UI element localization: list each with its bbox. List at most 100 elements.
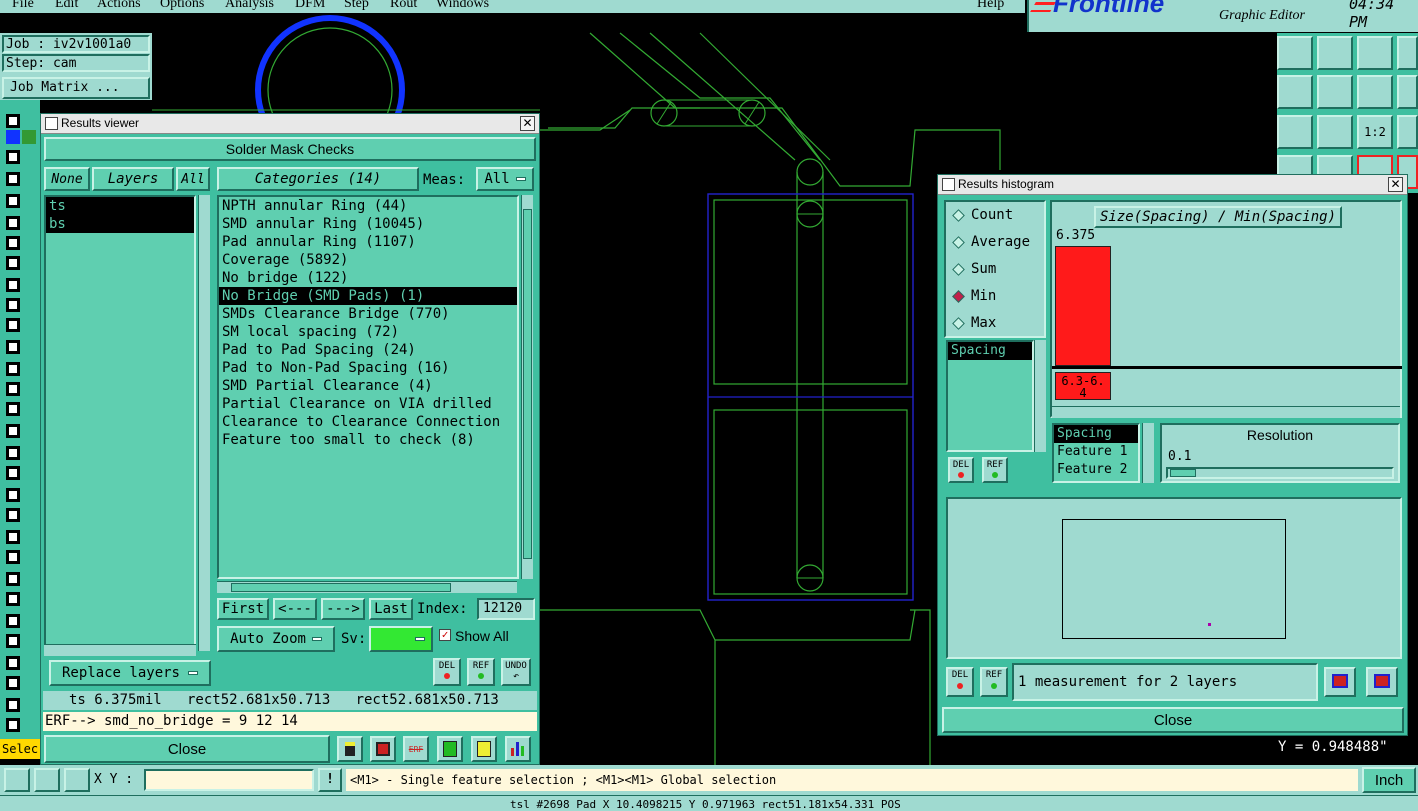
category-item[interactable]: Partial Clearance on VIA drilled [219,395,517,413]
layer-toggle-icon[interactable] [6,446,20,460]
layer-toggle-icon[interactable] [6,592,20,606]
layer-color-green-icon[interactable] [22,130,36,144]
menu-edit[interactable]: Edit [55,0,78,12]
snap-icon[interactable] [4,768,30,792]
chart-hscrollbar[interactable] [1052,406,1400,418]
results-viewer-titlebar[interactable]: Results viewer ✕ [41,114,539,134]
rotate-icon[interactable] [1357,75,1393,109]
axis-list[interactable]: Spacing Feature 1 Feature 2 [1052,423,1140,483]
resolution-slider[interactable] [1166,467,1394,479]
window-menu-icon[interactable] [942,178,955,191]
close-icon[interactable]: ✕ [1388,177,1403,192]
delete-button[interactable]: DEL [948,457,974,483]
pan-right-icon[interactable] [1317,75,1353,109]
undo-button[interactable]: UNDO ↶ [501,658,531,686]
option-sum[interactable]: Sum [946,256,1044,283]
measure-list[interactable]: Spacing [946,340,1034,452]
export-chart-icon[interactable] [1324,667,1356,697]
category-item[interactable]: Pad to Pad Spacing (24) [219,341,517,359]
layer-toggle-icon[interactable] [6,614,20,628]
category-item[interactable]: Pad to Non-Pad Spacing (16) [219,359,517,377]
tool-icon[interactable] [1397,75,1418,109]
layer-toggle-icon[interactable] [6,508,20,522]
menu-options[interactable]: Options [160,0,204,12]
delete-button[interactable]: DEL [946,667,974,697]
menu-rout[interactable]: Rout [390,0,417,12]
layer-list[interactable]: ts bs [44,195,196,651]
layer-toggle-icon[interactable] [6,114,20,128]
layer-toggle-icon[interactable] [6,216,20,230]
layer-toggle-icon[interactable] [6,362,20,376]
list-item[interactable]: Feature 2 [1054,461,1138,479]
units-button[interactable]: Inch [1362,767,1416,793]
highlight-icon[interactable] [337,736,363,762]
menu-actions[interactable]: Actions [97,0,141,12]
last-button[interactable]: Last [369,598,413,620]
histogram-titlebar[interactable]: Results histogram ✕ [938,175,1407,195]
layer-toggle-icon[interactable] [6,656,20,670]
layer-toggle-icon[interactable] [6,382,20,396]
select-mode-label[interactable]: Selec [0,739,40,759]
layer-toggle-icon[interactable] [6,402,20,416]
prev-button[interactable]: <--- [273,598,317,620]
layer-toggle-icon[interactable] [6,172,20,186]
list-item[interactable]: Feature 1 [1054,443,1138,461]
category-item[interactable]: SMDs Clearance Bridge (770) [219,305,517,323]
layer-toggle-icon[interactable] [6,572,20,586]
xy-input[interactable] [144,769,314,791]
next-button[interactable]: ---> [321,598,365,620]
menu-windows[interactable]: Windows [436,0,489,12]
close-icon[interactable]: ✕ [520,116,535,131]
export-data-icon[interactable] [1366,667,1398,697]
window-menu-icon[interactable] [45,117,58,130]
results-viewer-close-button[interactable]: Close [44,735,330,763]
slider-thumb[interactable] [1170,469,1196,477]
category-item[interactable]: No Bridge (SMD Pads) (1) [219,287,517,305]
categories-hscrollbar[interactable] [217,581,517,593]
scale-icon[interactable]: 1:2 [1357,115,1393,149]
help-icon[interactable] [1397,115,1418,149]
layer-toggle-icon[interactable] [6,236,20,250]
layer-toggle-icon[interactable] [6,488,20,502]
measure-list-scrollbar[interactable] [1034,340,1046,452]
tool-icon[interactable] [1397,36,1418,70]
option-count[interactable]: Count [946,202,1044,229]
reference-button[interactable]: REF [982,457,1008,483]
zoom-home-icon[interactable] [1317,115,1353,149]
list-item[interactable]: bs [46,215,194,233]
zoom-fit-icon[interactable] [1277,115,1313,149]
category-item[interactable]: Pad annular Ring (1107) [219,233,517,251]
category-item[interactable]: Coverage (5892) [219,251,517,269]
menu-step[interactable]: Step [344,0,369,12]
layer-toggle-icon[interactable] [6,634,20,648]
reference-button[interactable]: REF [467,658,495,686]
layer-toggle-icon[interactable] [6,466,20,480]
histogram-close-button[interactable]: Close [942,707,1404,733]
index-input[interactable]: 12120 [477,598,535,620]
category-item[interactable]: No bridge (122) [219,269,517,287]
sv-color-dropdown[interactable] [369,626,433,652]
layer-toggle-icon[interactable] [6,298,20,312]
category-item[interactable]: SM local spacing (72) [219,323,517,341]
menu-file[interactable]: File [12,0,34,12]
layer-list-scrollbar[interactable] [198,195,210,651]
list-item[interactable]: ts [46,197,194,215]
meas-dropdown[interactable]: All [476,167,534,191]
layer-list-hscrollbar[interactable] [44,644,196,656]
layer-color-blue-icon[interactable] [6,130,20,144]
save-icon[interactable] [1317,36,1353,70]
histogram-bar[interactable] [1055,246,1111,366]
layer-toggle-icon[interactable] [6,698,20,712]
layer-toggle-icon[interactable] [6,424,20,438]
layer-toggle-icon[interactable] [6,340,20,354]
category-item[interactable]: Clearance to Clearance Connection [219,413,517,431]
menu-help[interactable]: Help [977,0,1004,12]
list-item[interactable]: Spacing [1054,425,1138,443]
erf-disabled-icon[interactable]: ERF [403,736,429,762]
category-item[interactable]: NPTH annular Ring (44) [219,197,517,215]
option-average[interactable]: Average [946,229,1044,256]
layer-toggle-icon[interactable] [6,256,20,270]
category-item[interactable]: Feature too small to check (8) [219,431,517,449]
layer-toggle-icon[interactable] [6,150,20,164]
categories-list[interactable]: NPTH annular Ring (44) SMD annular Ring (… [217,195,519,579]
